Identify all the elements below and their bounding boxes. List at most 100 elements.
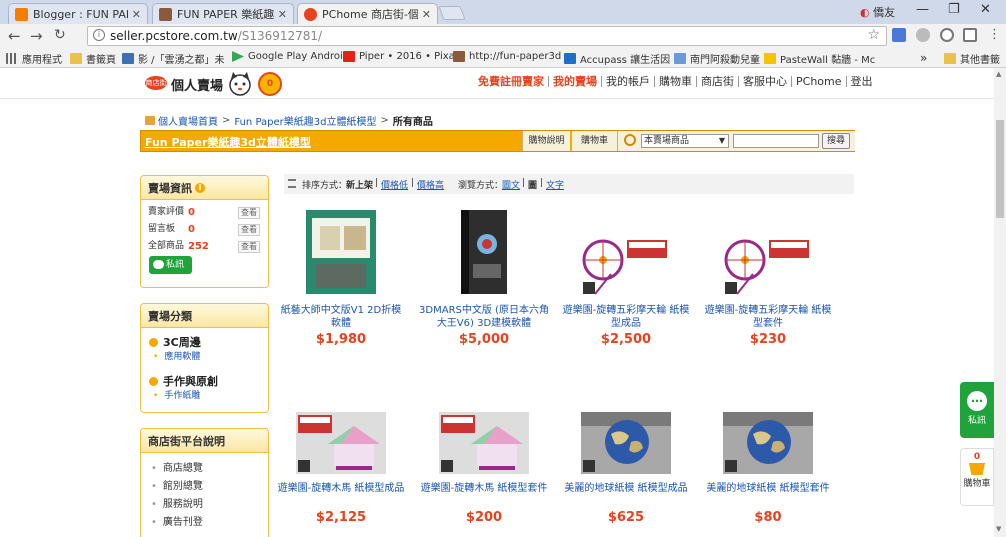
page-scrollbar[interactable]: ▲ ▼ [994, 68, 1006, 537]
product-card[interactable]: 美麗的地球紙模 紙模型成品 $625 [561, 386, 691, 525]
nav-customer-service[interactable]: 客服中心 [739, 76, 792, 87]
view-text-image[interactable]: 圖文 [502, 178, 520, 191]
nav-my-store[interactable]: 我的賣場 [549, 76, 602, 87]
forward-icon[interactable]: → [30, 27, 43, 45]
minimize-button[interactable]: — [916, 2, 929, 17]
browser-tab-1[interactable]: Blogger : FUN PAPER 紙 ✕ [8, 3, 148, 24]
cast-extension-icon[interactable] [963, 28, 977, 42]
profile-button[interactable]: ◐ 僑友 [860, 4, 895, 20]
breadcrumb-home[interactable]: 個人賣場首頁 [158, 113, 218, 128]
store-cart-button[interactable]: 購物車 [571, 131, 617, 151]
product-card[interactable]: 遊樂園-旋轉五彩摩天輪 紙模型套件 $230 [703, 208, 833, 347]
product-card[interactable]: 遊樂園-旋轉木馬 紙模型套件 $200 [419, 386, 549, 525]
view-products-button[interactable]: 查看 [238, 241, 260, 253]
product-card[interactable]: 美麗的地球紙模 紙模型套件 $80 [703, 386, 833, 525]
product-name-link[interactable]: 美麗的地球紙模 紙模型成品 [561, 482, 691, 508]
close-icon[interactable]: ✕ [422, 8, 431, 21]
search-scope-select[interactable]: 本賣場商品 ▼ [641, 134, 729, 148]
browser-tab-3[interactable]: PChome 商店街-個人賣 ✕ [297, 3, 438, 24]
bookmark-item[interactable]: 書籤頁 [70, 51, 116, 66]
view-messages-button[interactable]: 查看 [238, 224, 260, 236]
bookmark-apps[interactable]: 應用程式 [6, 51, 62, 66]
info-icon[interactable]: i [195, 182, 205, 193]
nav-store-street[interactable]: 商店街 [697, 76, 739, 87]
product-card[interactable]: 遊樂園-旋轉木馬 紙模型成品 $2,125 [276, 386, 406, 525]
bookmark-item[interactable]: Google Play Androi [232, 51, 343, 62]
scroll-thumb[interactable] [996, 120, 1004, 218]
scroll-down-icon[interactable]: ▼ [996, 525, 1001, 533]
zoom-extension-icon[interactable] [940, 28, 954, 42]
platform-link[interactable]: 館別總覽 [141, 478, 268, 496]
product-image[interactable] [419, 208, 549, 296]
nav-cart[interactable]: 購物車 [655, 76, 697, 87]
search-button[interactable]: 搜尋 [822, 133, 850, 149]
bookmark-item[interactable]: 南門阿殺動兒童 [674, 51, 760, 66]
product-image[interactable] [276, 208, 406, 296]
subcategory-papercraft[interactable]: 手作紙雕 [141, 389, 268, 403]
store-name-link[interactable]: Fun Paper樂紙趣3d立體紙模型 [145, 134, 311, 150]
restore-button[interactable]: ❐ [948, 2, 960, 17]
platform-link[interactable]: 廣告刊登 [141, 514, 268, 532]
nav-register-seller[interactable]: 免費註冊賣家 [474, 76, 549, 87]
product-image[interactable] [276, 412, 406, 474]
nav-my-account[interactable]: 我的帳戶 [602, 76, 655, 87]
view-text[interactable]: 文字 [546, 178, 564, 191]
search-input[interactable] [733, 134, 819, 148]
bookmark-item[interactable]: 影 /「雲湧之都」未 [122, 51, 225, 66]
product-name-link[interactable]: 遊樂園-旋轉五彩摩天輪 紙模型成品 [561, 304, 691, 330]
reload-icon[interactable]: ↻ [54, 27, 66, 43]
bookmark-item[interactable]: Accupass 讓生活因 [564, 51, 670, 66]
product-name-link[interactable]: 遊樂園-旋轉五彩摩天輪 紙模型套件 [703, 304, 833, 330]
view-rating-button[interactable]: 查看 [238, 207, 260, 219]
product-name-link[interactable]: 遊樂園-旋轉木馬 紙模型成品 [276, 482, 406, 508]
sort-price-high[interactable]: 價格高 [417, 178, 444, 191]
extension-icon[interactable] [916, 28, 930, 42]
bookmark-item[interactable]: Piper • 2016 • Pixar [343, 51, 459, 62]
site-info-icon[interactable]: i [93, 29, 105, 41]
menu-icon[interactable]: ⋮ [988, 27, 1001, 42]
sort-price-low[interactable]: 價格低 [381, 178, 408, 191]
sort-newest[interactable]: 新上架 [346, 178, 373, 191]
product-card[interactable]: 遊樂園-旋轉五彩摩天輪 紙模型成品 $2,500 [561, 208, 691, 347]
back-icon[interactable]: ← [8, 27, 21, 45]
browser-tab-2[interactable]: FUN PAPER 樂紙趣/紙立 ✕ [152, 3, 294, 24]
product-image[interactable] [703, 234, 833, 296]
product-card[interactable]: 3DMARS中文版 (原日本六角大王V6) 3D建模軟體 $5,000 [419, 208, 549, 347]
nav-pchome[interactable]: PChome [792, 76, 847, 87]
close-icon[interactable]: ✕ [132, 8, 141, 21]
new-tab-button[interactable] [438, 6, 466, 20]
bookmark-item[interactable]: PasteWall 黏牆 - Mc [764, 51, 875, 66]
shopping-guide-button[interactable]: 購物說明 [522, 131, 570, 151]
address-bar[interactable]: i seller.pcstore.com.tw/S136912781/ ☆ [87, 26, 887, 46]
close-window-button[interactable]: ✕ [980, 2, 991, 17]
store-logo-text[interactable]: 個人賣場 [171, 75, 223, 94]
nav-logout[interactable]: 登出 [847, 76, 877, 87]
product-name-link[interactable]: 3DMARS中文版 (原日本六角大王V6) 3D建模軟體 [419, 304, 549, 330]
bookmark-star-icon[interactable]: ☆ [867, 27, 880, 43]
product-name-link[interactable]: 美麗的地球紙模 紙模型套件 [703, 482, 833, 508]
floating-message-button[interactable]: ⋯ 私訊 [960, 382, 994, 438]
platform-link[interactable]: 服務說明 [141, 496, 268, 514]
category-handmade[interactable]: 手作與原創 [141, 373, 268, 389]
bookmarks-overflow-button[interactable]: » [920, 51, 927, 65]
translate-extension-icon[interactable] [892, 28, 906, 42]
bookmark-other-folder[interactable]: 其他書籤 [944, 51, 1000, 66]
scroll-up-icon[interactable]: ▲ [996, 70, 1001, 78]
breadcrumb-store[interactable]: Fun Paper樂紙趣3d立體紙模型 [234, 113, 376, 128]
store-logo-badge[interactable]: 商店街 [145, 76, 167, 90]
close-icon[interactable]: ✕ [278, 8, 287, 21]
private-message-button[interactable]: 私訊 [149, 256, 192, 274]
category-3c[interactable]: 3C周邊 [141, 334, 268, 350]
floating-cart-button[interactable]: 0 購物車 [960, 448, 994, 506]
product-card[interactable]: 紙藝大師中文版V1 2D折模軟體 $1,980 [276, 208, 406, 347]
product-name-link[interactable]: 遊樂園-旋轉木馬 紙模型套件 [419, 482, 549, 508]
platform-link[interactable]: 商店總覽 [141, 460, 268, 478]
view-image[interactable]: 圖 [528, 178, 537, 191]
product-image[interactable] [561, 234, 691, 296]
product-image[interactable] [703, 412, 833, 474]
product-name-link[interactable]: 紙藝大師中文版V1 2D折模軟體 [276, 304, 406, 330]
subcategory-software[interactable]: 應用軟體 [141, 350, 268, 364]
product-image[interactable] [419, 412, 549, 474]
bookmark-item[interactable]: http://fun-paper3d [453, 51, 561, 62]
product-image[interactable] [561, 412, 691, 474]
